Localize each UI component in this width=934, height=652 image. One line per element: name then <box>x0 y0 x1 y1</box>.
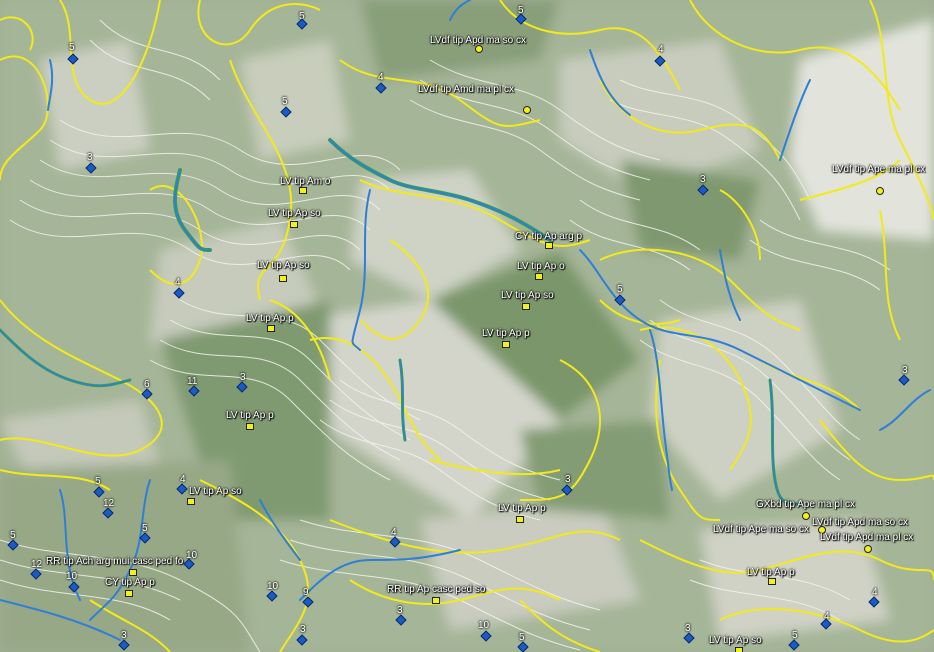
soil-label[interactable]: LV tip Ap p <box>498 503 546 514</box>
soil-marker-square[interactable] <box>267 325 275 332</box>
soil-label[interactable]: LVdf tip Apd ma pl cx <box>820 532 913 543</box>
soil-marker-square[interactable] <box>768 578 776 585</box>
soil-label[interactable]: LV tip Ap so <box>189 486 242 497</box>
soil-marker-circle[interactable] <box>523 106 531 114</box>
class-point-label: 3 <box>300 624 306 635</box>
soil-marker-square[interactable] <box>279 275 287 282</box>
soil-marker-square[interactable] <box>502 341 510 348</box>
soil-label[interactable]: CY tip Ap arg p <box>515 231 582 242</box>
class-point-label: 4 <box>658 44 664 55</box>
soil-marker-square[interactable] <box>299 187 307 194</box>
soil-marker-square[interactable] <box>246 423 254 430</box>
soil-label[interactable]: LVdf tip Ape ma pl cx <box>832 164 925 175</box>
soil-marker-square[interactable] <box>545 242 553 249</box>
soil-marker-square[interactable] <box>125 590 133 597</box>
soil-marker-circle[interactable] <box>802 512 810 520</box>
soil-label[interactable]: LV tip Ap p <box>246 313 294 324</box>
soil-map-view[interactable]: LVdf tip Apd ma so cx LVdf tip Amd ma pl… <box>0 0 934 652</box>
soil-marker-square[interactable] <box>187 498 195 505</box>
soil-label[interactable]: RR tip Ach arg mui casc ped fo <box>46 556 183 567</box>
soil-marker-circle[interactable] <box>864 545 872 553</box>
soil-label[interactable]: LV tip Ap so <box>257 260 310 271</box>
map-imagery-layer <box>0 0 934 652</box>
soil-label[interactable]: LVdf tip Ape ma so cx <box>713 524 809 535</box>
class-point-label: 10 <box>66 571 78 582</box>
soil-marker-circle[interactable] <box>475 45 483 53</box>
soil-marker-square[interactable] <box>735 647 743 652</box>
soil-label[interactable]: LV tip Ap p <box>482 328 530 339</box>
soil-marker-square[interactable] <box>129 569 137 576</box>
soil-label[interactable]: LV tip Ap p <box>747 567 795 578</box>
class-point-label: 3 <box>565 474 571 485</box>
soil-label[interactable]: GXbd tip Ape ma pl cx <box>756 499 855 510</box>
class-point-label: 5 <box>95 476 101 487</box>
soil-marker-square[interactable] <box>432 597 440 604</box>
soil-label[interactable]: LVdf tip Apd ma so cx <box>812 517 908 528</box>
class-point-label: 3 <box>87 152 93 163</box>
soil-marker-square[interactable] <box>516 516 524 523</box>
soil-marker-square[interactable] <box>290 221 298 228</box>
soil-marker-square[interactable] <box>522 303 530 310</box>
soil-label[interactable]: LV tip Ap p <box>226 410 274 421</box>
class-point-label: 4 <box>175 277 181 288</box>
soil-marker-square[interactable] <box>535 273 543 280</box>
soil-label[interactable]: LV tip Ap so <box>501 290 554 301</box>
soil-label[interactable]: RR tip Ap casc ped so <box>387 584 485 595</box>
soil-label[interactable]: CY tip Ap p <box>105 577 155 588</box>
class-point-label: 10 <box>478 620 490 631</box>
soil-label[interactable]: LV tip Ap so <box>268 208 321 219</box>
class-point-label: 5 <box>282 96 288 107</box>
soil-label[interactable]: LV tip Am o <box>280 176 330 187</box>
soil-label[interactable]: LVdf tip Amd ma pl cx <box>418 84 514 95</box>
soil-marker-circle[interactable] <box>876 187 884 195</box>
soil-label[interactable]: LV tip Ap so <box>709 635 762 646</box>
soil-label[interactable]: LVdf tip Apd ma so cx <box>430 35 526 46</box>
soil-label[interactable]: LV tip Ap o <box>517 261 565 272</box>
class-point-label: 5 <box>69 42 75 53</box>
